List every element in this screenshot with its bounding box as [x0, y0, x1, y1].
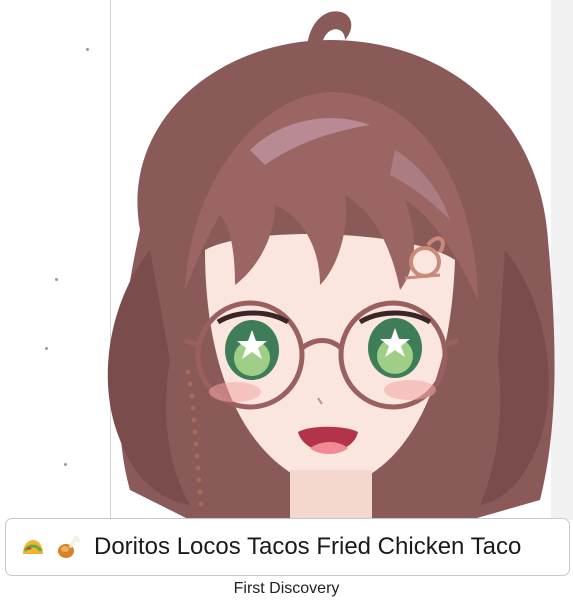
discovery-title: Doritos Locos Tacos Fried Chicken Taco [94, 533, 522, 560]
blush-left [209, 382, 261, 402]
right-eye [368, 318, 422, 378]
character-portrait [107, 11, 555, 525]
blush-right [384, 380, 436, 400]
discovery-subtitle: First Discovery [233, 580, 340, 597]
left-eye [225, 320, 279, 380]
taco-icon [20, 534, 46, 560]
discovery-card: Doritos Locos Tacos Fried Chicken Taco F… [0, 0, 573, 615]
discovery-title-bar: Doritos Locos Tacos Fried Chicken Taco [5, 518, 570, 576]
chicken-drumstick-icon [56, 534, 82, 560]
neck [290, 470, 372, 525]
